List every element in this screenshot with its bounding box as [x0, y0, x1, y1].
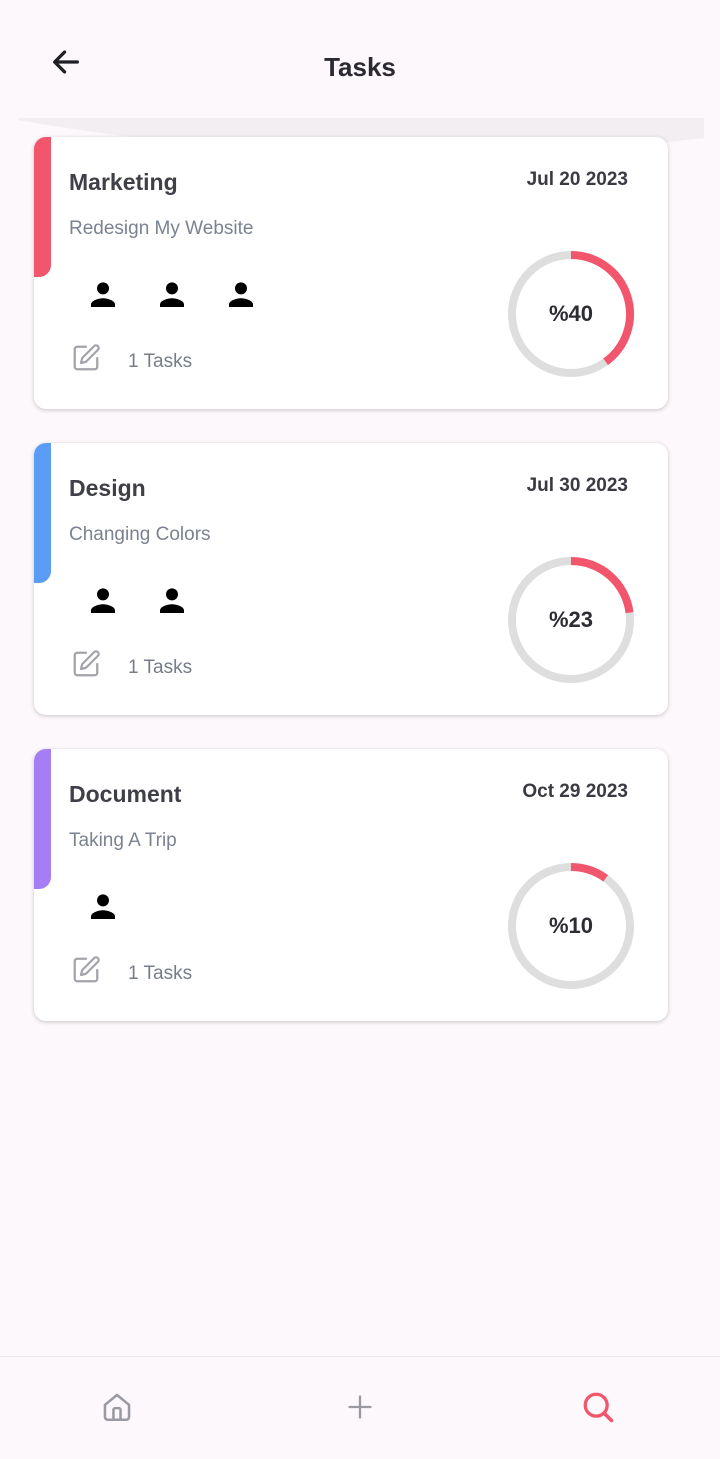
- member-avatars: [85, 889, 154, 925]
- nav-add-button[interactable]: [338, 1385, 382, 1429]
- card-date: Jul 30 2023: [526, 475, 628, 496]
- person-icon: [91, 282, 115, 307]
- progress-percent: %23: [548, 607, 594, 632]
- card-subtitle: Redesign My Website: [69, 218, 254, 239]
- card-subtitle: Changing Colors: [69, 524, 211, 545]
- tasks-count: 1 Tasks: [128, 657, 193, 678]
- card-accent-bar: [34, 749, 51, 889]
- edit-icon[interactable]: [71, 343, 101, 373]
- member-avatars: [85, 583, 223, 619]
- page-title: Tasks: [324, 52, 396, 82]
- task-card-marketing[interactable]: Marketing Jul 20 2023 Redesign My Websit…: [34, 137, 668, 409]
- plus-icon: [348, 1395, 372, 1419]
- card-accent-bar: [34, 443, 51, 583]
- person-icon: [160, 588, 184, 613]
- edit-icon[interactable]: [71, 955, 101, 985]
- nav-search-button[interactable]: [576, 1385, 620, 1429]
- progress-percent: %10: [548, 913, 594, 938]
- card-category: Marketing: [69, 169, 178, 195]
- bottom-nav: [0, 1356, 720, 1459]
- member-avatars: [85, 277, 292, 313]
- home-icon: [103, 1393, 131, 1422]
- tasks-count: 1 Tasks: [128, 351, 193, 372]
- card-date: Jul 20 2023: [526, 169, 628, 190]
- task-card-document[interactable]: Document Oct 29 2023 Taking A Trip 1 Tas…: [34, 749, 668, 1021]
- app-header: Tasks: [0, 0, 720, 130]
- card-accent-bar: [34, 137, 51, 277]
- person-icon: [160, 282, 184, 307]
- card-category: Document: [69, 781, 182, 807]
- card-subtitle: Taking A Trip: [69, 830, 177, 851]
- tasks-count: 1 Tasks: [128, 963, 193, 984]
- search-icon: [583, 1392, 614, 1423]
- card-category: Design: [69, 475, 146, 501]
- person-icon: [91, 894, 115, 919]
- progress-percent: %40: [548, 301, 594, 326]
- nav-home-button[interactable]: [95, 1385, 139, 1429]
- card-date: Oct 29 2023: [522, 781, 628, 802]
- task-card-design[interactable]: Design Jul 30 2023 Changing Colors 1 Tas…: [34, 443, 668, 715]
- person-icon: [91, 588, 115, 613]
- edit-icon[interactable]: [71, 649, 101, 679]
- person-icon: [229, 282, 253, 307]
